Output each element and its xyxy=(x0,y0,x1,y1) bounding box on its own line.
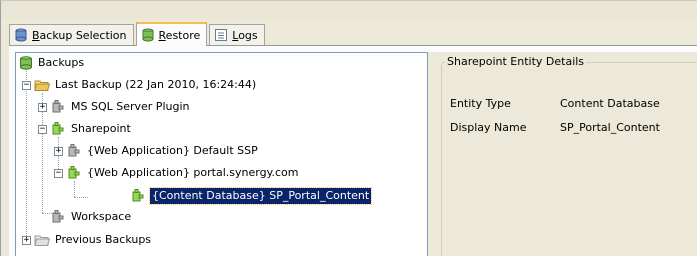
plugin-icon xyxy=(50,121,66,137)
application-window: Backup Selection Restore Logs Backups − … xyxy=(0,0,697,256)
entity-type-label: Entity Type xyxy=(450,97,511,110)
tree-item-label-selected: {Content Database} SP_Portal_Content xyxy=(148,187,373,205)
tree-item-label: Last Backup (22 Jan 2010, 16:24:44) xyxy=(55,78,257,91)
tree-item-sharepoint[interactable]: − Sharepoint xyxy=(16,121,416,137)
tree-item-label: {Web Application} Default SSP xyxy=(87,144,258,157)
database-icon xyxy=(14,28,28,42)
tab-logs[interactable]: Logs xyxy=(209,24,265,45)
tree-item-label: Workspace xyxy=(71,210,132,223)
tab-bar: Backup Selection Restore Logs xyxy=(9,21,267,46)
display-name-label: Display Name xyxy=(450,121,527,134)
plugin-icon xyxy=(50,209,66,225)
plugin-icon xyxy=(66,165,82,181)
folder-open-icon xyxy=(34,232,51,248)
display-name-value: SP_Portal_Content xyxy=(560,121,660,134)
database-icon xyxy=(18,55,34,71)
tree-item-mssql-plugin[interactable]: + MS SQL Server Plugin xyxy=(16,99,416,115)
tree-item-label: Backups xyxy=(38,56,85,69)
expand-icon[interactable]: + xyxy=(54,147,63,156)
tree-item-content-database[interactable]: {Content Database} SP_Portal_Content xyxy=(16,187,416,205)
database-icon xyxy=(141,28,155,42)
collapse-icon[interactable]: − xyxy=(54,169,63,178)
folder-open-icon xyxy=(34,77,51,93)
collapse-icon[interactable]: − xyxy=(38,125,47,134)
top-strip xyxy=(1,1,697,18)
tab-backup-selection[interactable]: Backup Selection xyxy=(9,24,134,45)
tab-restore[interactable]: Restore xyxy=(135,22,208,46)
tree-item-backups[interactable]: Backups xyxy=(16,55,416,71)
tree-item-label: Sharepoint xyxy=(71,122,131,135)
expand-icon[interactable]: + xyxy=(38,103,47,112)
tab-restore-label: Restore xyxy=(158,28,201,42)
backup-tree[interactable]: Backups − Last Backup (22 Jan 2010, 16:2… xyxy=(15,52,428,256)
entity-type-value: Content Database xyxy=(560,97,660,110)
entity-details-group xyxy=(441,62,697,256)
collapse-icon[interactable]: − xyxy=(22,81,31,90)
tree-item-webapp-portal[interactable]: − {Web Application} portal.synergy.com xyxy=(16,165,416,181)
tree-item-label: {Web Application} portal.synergy.com xyxy=(87,166,299,179)
tree-item-last-backup[interactable]: − Last Backup (22 Jan 2010, 16:24:44) xyxy=(16,77,416,93)
tab-logs-label: Logs xyxy=(232,28,258,42)
details-panel: Sharepoint Entity Details Entity Type Co… xyxy=(433,52,697,256)
plugin-icon xyxy=(66,143,82,159)
tab-backup-selection-label: Backup Selection xyxy=(32,28,127,42)
group-title: Sharepoint Entity Details xyxy=(445,55,587,68)
tree-item-previous-backups[interactable]: + Previous Backups xyxy=(16,232,416,248)
tree-item-webapp-default-ssp[interactable]: + {Web Application} Default SSP xyxy=(16,143,416,159)
expand-icon[interactable]: + xyxy=(22,236,31,245)
plugin-icon xyxy=(50,99,66,115)
tree-item-label: Previous Backups xyxy=(55,233,152,246)
log-icon xyxy=(214,28,228,42)
tree-item-workspace[interactable]: Workspace xyxy=(16,209,416,225)
plugin-icon xyxy=(130,188,146,204)
tree-item-label: MS SQL Server Plugin xyxy=(71,100,190,113)
